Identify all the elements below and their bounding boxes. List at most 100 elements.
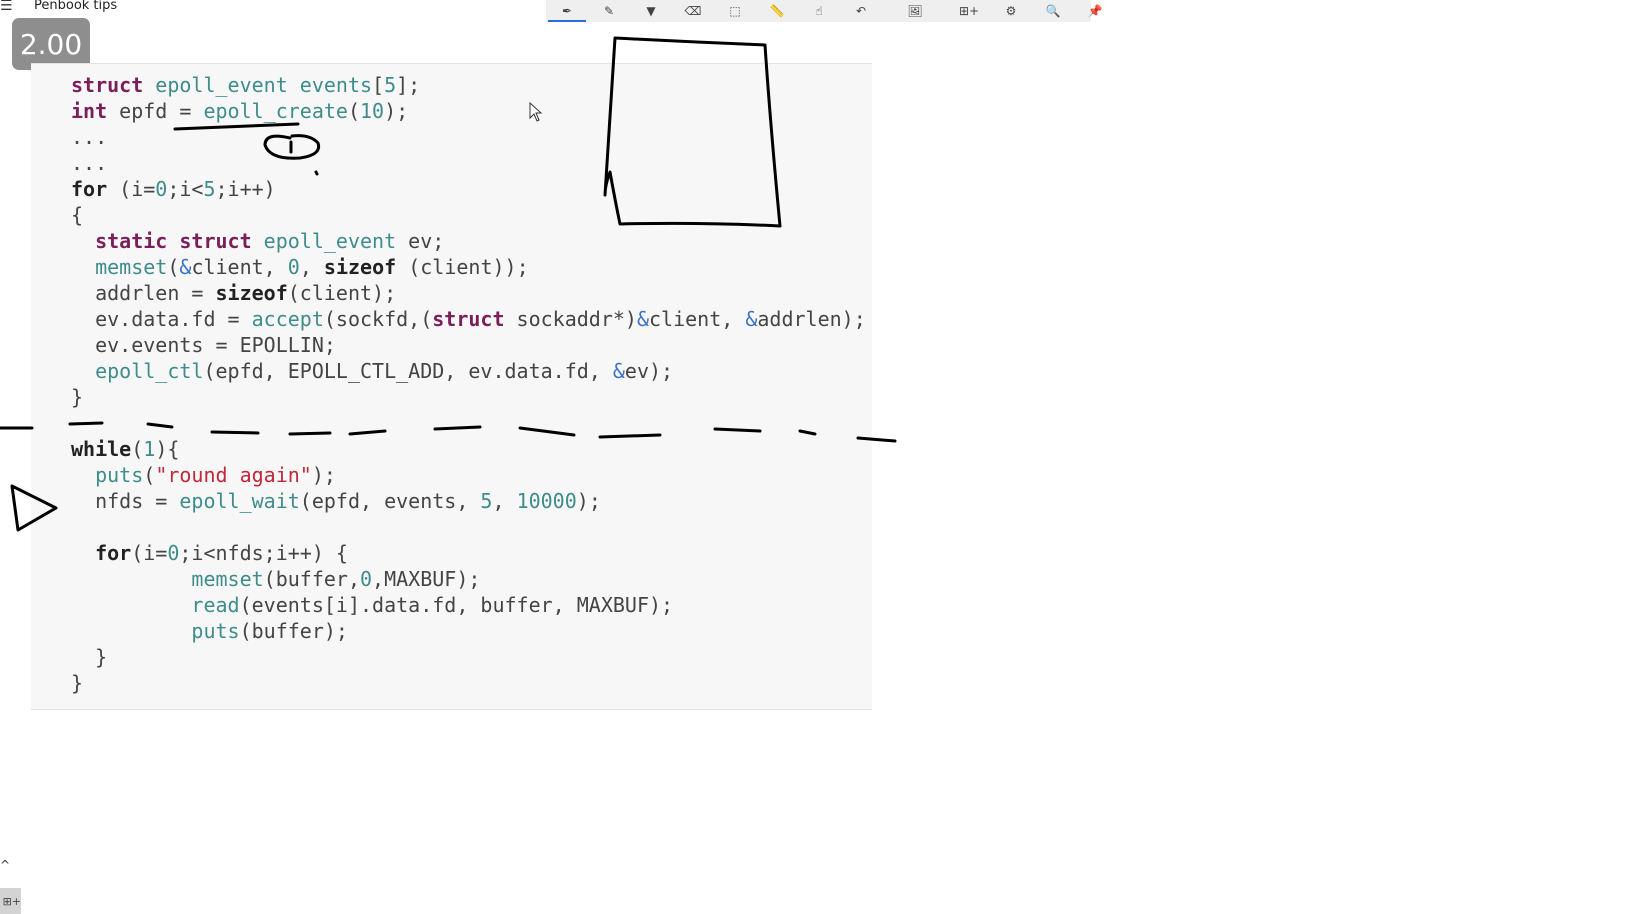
eraser-icon[interactable]: ⌫ [672, 0, 714, 22]
code-line: ... [71, 124, 107, 150]
code-token: read [191, 593, 240, 617]
code-token: "round again" [155, 463, 312, 487]
code-token: for [95, 541, 132, 565]
code-token: memset [95, 255, 168, 279]
code-line: } [71, 384, 83, 410]
code-line: epoll_ctl(epfd, EPOLL_CTL_ADD, ev.data.f… [71, 358, 673, 384]
code-token: events [299, 73, 373, 97]
code-line: puts("round again"); [71, 462, 336, 488]
code-token: nfds = [71, 489, 180, 513]
code-token: } [71, 385, 84, 409]
pin-icon[interactable]: 📌 [1074, 0, 1116, 22]
insert-image-icon[interactable]: 🖼 [890, 0, 940, 22]
code-token: (client)); [396, 255, 529, 279]
code-token: ;i<nfds;i++) { [179, 541, 348, 565]
code-token: 5 [203, 177, 216, 201]
code-token: & [636, 307, 649, 331]
search-icon[interactable]: 🔍 [1032, 0, 1074, 22]
code-token: } [71, 645, 108, 669]
code-token: ( [143, 463, 156, 487]
code-token: ... [71, 125, 108, 149]
code-token: accept [251, 307, 324, 331]
code-line: int epfd = epoll_create(10); [71, 98, 408, 124]
code-token: 0 [287, 255, 300, 279]
code-token: ev; [396, 229, 445, 253]
code-token: (buffer); [239, 619, 348, 643]
code-token: epoll_event [263, 229, 397, 253]
code-token: int [71, 99, 108, 123]
code-token: & [612, 359, 625, 383]
code-line: struct epoll_event events[5]; [71, 72, 420, 98]
pen-icon[interactable]: ✒ [546, 0, 588, 22]
code-token: , [492, 489, 517, 513]
settings-gear-icon[interactable]: ⚙ [990, 0, 1032, 22]
page-title: Penbook tips [34, 0, 118, 13]
code-token: epfd = [107, 99, 204, 123]
code-token: epoll_wait [179, 489, 300, 513]
code-token: 10000 [516, 489, 577, 513]
add-page-button[interactable]: ⊞+ [0, 888, 21, 914]
code-token: sizeof [323, 255, 397, 279]
code-token: 10 [360, 99, 385, 123]
code-token: ev.events = EPOLLIN; [71, 333, 336, 357]
code-token: 0 [167, 541, 180, 565]
code-token: 0 [360, 567, 373, 591]
code-line: for(i=0;i<nfds;i++) { [71, 540, 348, 566]
undo-icon[interactable]: ↶ [840, 0, 882, 22]
code-token: ]; [396, 73, 421, 97]
ruler-icon[interactable]: 📏 [756, 0, 798, 22]
code-token: 5 [384, 73, 397, 97]
code-token: 1 [143, 437, 156, 461]
code-token: 5 [480, 489, 493, 513]
code-token: ){ [155, 437, 180, 461]
code-line: memset(&client, 0, sizeof (client)); [71, 254, 529, 280]
code-token: ,MAXBUF); [372, 567, 481, 591]
code-line: read(events[i].data.fd, buffer, MAXBUF); [71, 592, 673, 618]
code-token: { [71, 203, 84, 227]
code-token: client, [649, 307, 746, 331]
code-line: static struct epoll_event ev; [71, 228, 444, 254]
code-token: ( [347, 99, 360, 123]
code-token: ... [71, 151, 108, 175]
code-token: puts [95, 463, 144, 487]
code-token: epoll_ctl [95, 359, 204, 383]
code-token: (epfd, events, [299, 489, 481, 513]
mouse-cursor-icon [529, 102, 543, 122]
code-token: (client); [287, 281, 397, 305]
code-line: ev.data.fd = accept(sockfd,(struct socka… [71, 306, 866, 332]
code-line: for (i=0;i<5;i++) [71, 176, 276, 202]
code-token: & [179, 255, 192, 279]
pencil-icon[interactable]: ✎ [588, 0, 630, 22]
code-token: ); [576, 489, 601, 513]
chevron-up-icon[interactable]: ^ [0, 858, 10, 872]
code-token: (events[i].data.fd, buffer, MAXBUF); [239, 593, 674, 617]
lasso-select-icon[interactable]: ⬚ [714, 0, 756, 22]
pen-toolbar: ✒ ✎ ▼ ⌫ ⬚ 📏 ☝ ↶ 🖼 ⊞+ ⚙ 🔍 📌 [546, 0, 1102, 22]
code-token: ); [384, 99, 409, 123]
code-line: { [71, 202, 83, 228]
code-token: addrlen); [757, 307, 866, 331]
code-line: addrlen = sizeof(client); [71, 280, 396, 306]
touch-pan-icon[interactable]: ☝ [798, 0, 840, 22]
code-token: } [71, 671, 84, 695]
code-token: ev.data.fd = [71, 307, 252, 331]
code-token: 0 [155, 177, 168, 201]
code-token: struct [432, 307, 505, 331]
add-page-icon[interactable]: ⊞+ [948, 0, 990, 22]
code-token: (buffer, [263, 567, 360, 591]
highlighter-icon[interactable]: ▼ [630, 0, 672, 22]
hamburger-menu-icon[interactable]: ☰ [0, 0, 13, 13]
code-token: epoll_event [155, 73, 288, 97]
code-line: while(1){ [71, 436, 179, 462]
code-token: puts [191, 619, 240, 643]
code-token: struct [179, 229, 252, 253]
code-line: } [71, 670, 83, 696]
